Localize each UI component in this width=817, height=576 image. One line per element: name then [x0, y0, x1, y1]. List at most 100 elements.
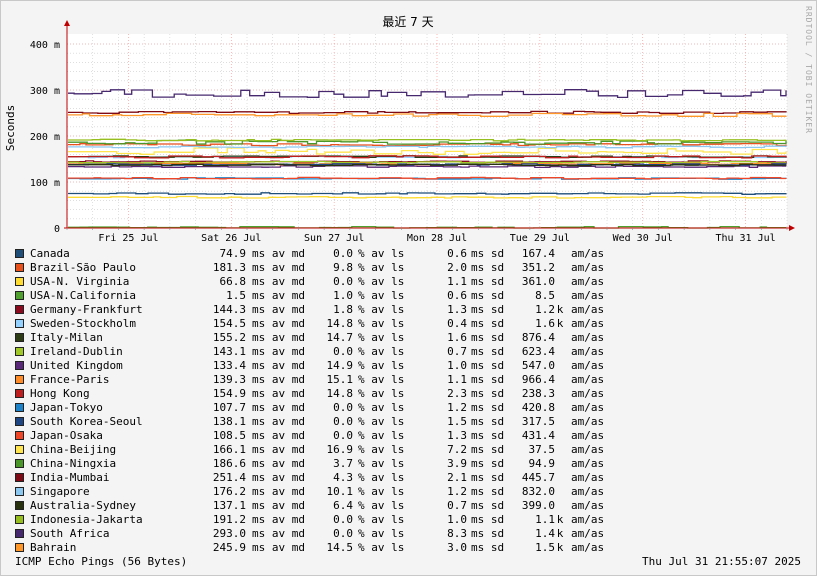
median-value: 293.0: [212, 527, 246, 540]
legend-swatch: [15, 515, 24, 524]
median-unit: ms av md: [252, 401, 305, 414]
amas-unit: am/as: [571, 261, 605, 274]
legend-name: China-Ningxia: [30, 457, 117, 470]
sd-unit: ms sd: [471, 303, 505, 316]
sd-unit: ms sd: [471, 415, 505, 428]
loss-value: 14.9: [326, 359, 354, 372]
legend-name: Singapore: [30, 485, 90, 498]
amas-unit: am/as: [571, 429, 605, 442]
sd-unit: ms sd: [471, 317, 505, 330]
loss-unit: % av ls: [358, 401, 405, 414]
sd-unit: ms sd: [471, 247, 505, 260]
x-tick-label: Mon 28 Jul: [407, 233, 467, 244]
loss-value: 10.1: [326, 485, 354, 498]
legend-swatch: [15, 431, 24, 440]
amas-value: 351.2: [521, 261, 555, 274]
amas-unit: am/as: [571, 373, 605, 386]
legend-swatch: [15, 459, 24, 468]
sd-unit: ms sd: [471, 331, 505, 344]
loss-unit: % av ls: [358, 317, 405, 330]
loss-value: 15.1: [326, 373, 354, 386]
sd-value: 2.1: [447, 471, 467, 484]
loss-unit: % av ls: [358, 443, 405, 456]
sd-unit: ms sd: [471, 471, 505, 484]
median-unit: ms av md: [252, 443, 305, 456]
y-tick-label: 200 m: [30, 132, 60, 143]
median-value: 74.9: [219, 247, 247, 260]
loss-unit: % av ls: [358, 429, 405, 442]
loss-unit: % av ls: [358, 247, 405, 260]
y-tick-label: 0: [54, 224, 60, 235]
loss-unit: % av ls: [358, 387, 405, 400]
legend-swatch: [15, 543, 24, 552]
legend-name: South Africa: [30, 527, 110, 540]
amas-value: 1.6: [535, 317, 555, 330]
legend-name: Bahrain: [30, 541, 77, 554]
loss-unit: % av ls: [358, 513, 405, 526]
median-unit: ms av md: [252, 331, 305, 344]
loss-value: 4.3: [333, 471, 353, 484]
sd-value: 0.7: [447, 499, 467, 512]
amas-unit: am/as: [571, 499, 605, 512]
amas-prefix: k: [556, 513, 564, 526]
legend-name: Ireland-Dublin: [30, 345, 123, 358]
x-tick-label: Thu 31 Jul: [715, 233, 775, 244]
rrdtool-credit: RRDTOOL / TOBI OETIKER: [804, 6, 813, 134]
loss-value: 0.0: [333, 247, 353, 260]
legend-swatch: [15, 263, 24, 272]
legend-name: Sweden-Stockholm: [30, 317, 136, 330]
legend-name: Italy-Milan: [30, 331, 103, 344]
median-unit: ms av md: [252, 317, 305, 330]
median-unit: ms av md: [252, 261, 305, 274]
median-unit: ms av md: [252, 541, 305, 554]
sd-value: 1.2: [447, 401, 467, 414]
loss-unit: % av ls: [358, 415, 405, 428]
sd-unit: ms sd: [471, 345, 505, 358]
median-value: 181.3: [212, 261, 246, 274]
y-axis-arrow: [64, 20, 70, 26]
sd-unit: ms sd: [471, 457, 505, 470]
amas-unit: am/as: [571, 443, 605, 456]
amas-value: 1.4: [535, 527, 555, 540]
loss-unit: % av ls: [358, 541, 405, 554]
x-tick-label: Sun 27 Jul: [304, 233, 364, 244]
y-tick-label: 300 m: [30, 86, 60, 97]
amas-unit: am/as: [571, 401, 605, 414]
median-unit: ms av md: [252, 485, 305, 498]
legend-swatch: [15, 417, 24, 426]
x-tick-label: Tue 29 Jul: [510, 233, 570, 244]
loss-value: 3.7: [333, 457, 353, 470]
y-axis-label: Seconds: [4, 105, 17, 151]
sd-value: 0.7: [447, 345, 467, 358]
footer-timestamp: Thu Jul 31 21:55:07 2025: [642, 555, 801, 568]
median-value: 1.5: [226, 289, 246, 302]
median-value: 133.4: [212, 359, 246, 372]
sd-value: 1.1: [447, 275, 467, 288]
sd-value: 3.9: [447, 457, 467, 470]
median-unit: ms av md: [252, 289, 305, 302]
legend-name: Japan-Tokyo: [30, 401, 103, 414]
x-axis-arrow: [789, 225, 795, 231]
legend-name: USA-N.California: [30, 289, 136, 302]
footer-description: ICMP Echo Pings (56 Bytes): [15, 555, 188, 568]
legend-name: India-Mumbai: [30, 471, 110, 484]
median-unit: ms av md: [252, 275, 305, 288]
sd-unit: ms sd: [471, 289, 505, 302]
legend-swatch: [15, 361, 24, 370]
loss-unit: % av ls: [358, 303, 405, 316]
loss-unit: % av ls: [358, 275, 405, 288]
y-tick-label: 400 m: [30, 40, 60, 51]
amas-value: 547.0: [521, 359, 555, 372]
legend-swatch: [15, 487, 24, 496]
amas-unit: am/as: [571, 345, 605, 358]
sd-unit: ms sd: [471, 541, 505, 554]
sd-unit: ms sd: [471, 261, 505, 274]
legend-name: Germany-Frankfurt: [30, 303, 143, 316]
loss-unit: % av ls: [358, 359, 405, 372]
median-unit: ms av md: [252, 513, 305, 526]
sd-value: 1.3: [447, 303, 467, 316]
median-value: 176.2: [212, 485, 246, 498]
legend-name: Canada: [30, 247, 70, 260]
amas-prefix: k: [556, 303, 564, 316]
minor-grid: [66, 34, 788, 229]
